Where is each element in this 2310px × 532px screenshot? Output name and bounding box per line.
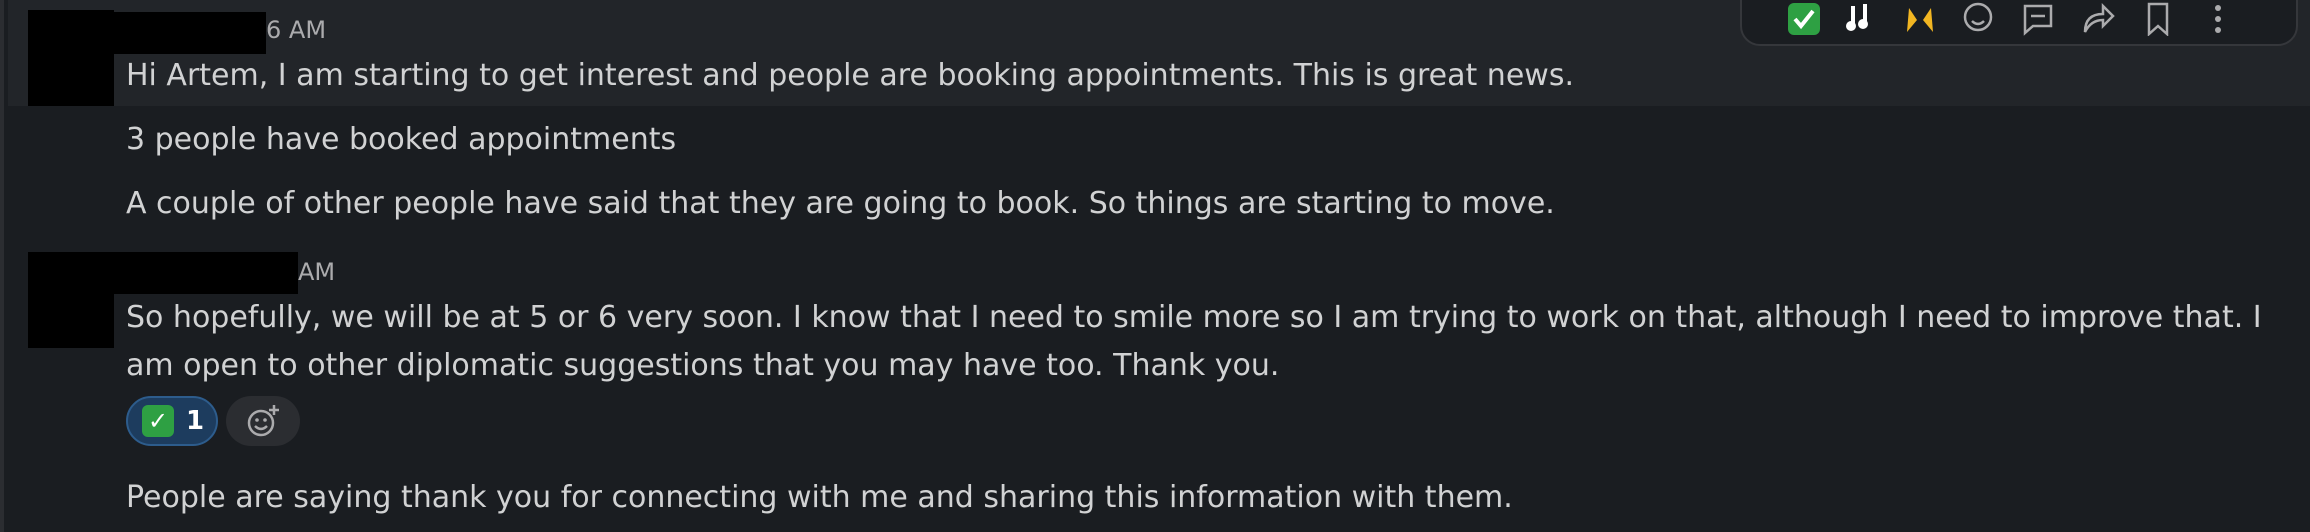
message-text: So hopefully, we will be at 5 or 6 very … — [126, 300, 2262, 383]
forward-icon[interactable] — [2078, 2, 2118, 42]
message-text: People are saying thank you for connecti… — [126, 480, 1513, 515]
message-list: 6 AM Hi Artem, I am starting to get inte… — [0, 0, 2310, 532]
add-reaction-button[interactable] — [226, 396, 300, 446]
sender-name-redacted[interactable] — [30, 252, 298, 294]
musical-notes-emoji-icon[interactable] — [1842, 2, 1882, 42]
sender-name-redacted[interactable] — [30, 12, 266, 54]
more-actions-icon[interactable] — [2198, 2, 2238, 42]
raised-hands-emoji-icon[interactable] — [1900, 2, 1940, 42]
check-mark-emoji-icon: ✓ — [142, 405, 174, 437]
message-timestamp[interactable]: 6 AM — [266, 16, 326, 44]
reply-in-thread-icon[interactable] — [2018, 2, 2058, 42]
message-text: 3 people have booked appointments — [126, 122, 677, 157]
add-reaction-icon — [247, 405, 279, 437]
message-text: A couple of other people have said that … — [126, 186, 1555, 221]
check-mark-emoji-icon[interactable] — [1784, 2, 1824, 42]
add-reaction-icon[interactable] — [1958, 2, 1998, 42]
bookmark-icon[interactable] — [2138, 2, 2178, 42]
message-actions-toolbar — [1740, 0, 2298, 46]
message-timestamp[interactable]: AM — [298, 258, 335, 286]
message-text: Hi Artem, I am starting to get interest … — [126, 58, 1574, 93]
reaction-check-mark[interactable]: ✓ 1 — [126, 396, 218, 446]
reaction-count: 1 — [186, 406, 205, 436]
